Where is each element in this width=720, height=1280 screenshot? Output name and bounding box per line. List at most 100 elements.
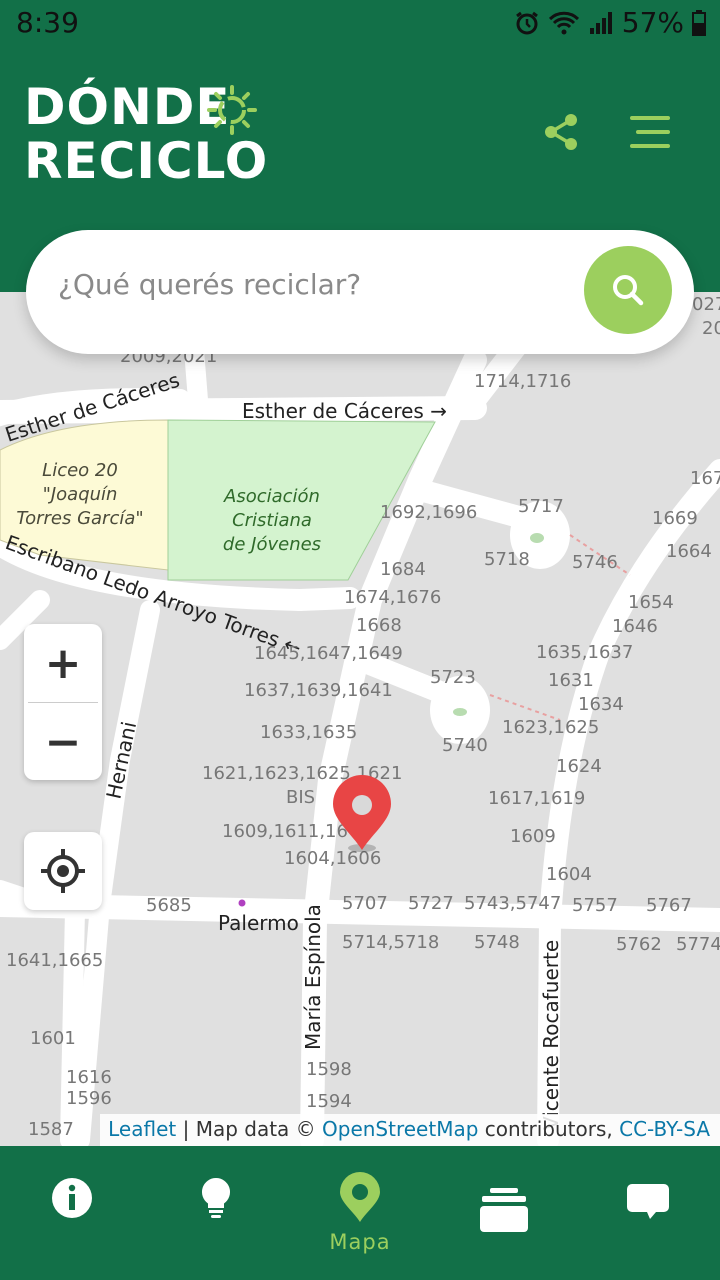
- address-number: 5707: [342, 893, 388, 914]
- address-number: 20: [702, 318, 720, 339]
- place-label: Cristiana: [232, 510, 312, 531]
- osm-link[interactable]: OpenStreetMap: [322, 1117, 478, 1141]
- address-number: 1633,1635: [260, 722, 357, 743]
- address-number: 1617,1619: [488, 788, 585, 809]
- search-icon: [613, 275, 644, 306]
- address-number: 1631: [548, 670, 594, 691]
- address-number: 027: [692, 294, 720, 315]
- map-attribution: Leaflet | Map data © OpenStreetMap contr…: [100, 1114, 720, 1146]
- search-input[interactable]: [58, 268, 578, 301]
- address-number: 1664: [666, 541, 712, 562]
- nav-info[interactable]: [0, 1146, 144, 1280]
- street-label: Vicente Rocafuerte: [539, 940, 563, 1130]
- status-bar: 8:39 57%: [0, 0, 720, 48]
- address-number: 1674,1676: [344, 587, 441, 608]
- locate-me-button[interactable]: [24, 832, 102, 910]
- street-label: Palermo: [218, 911, 299, 935]
- address-number: 5717: [518, 496, 564, 517]
- address-number: 167: [690, 468, 720, 489]
- crosshair-icon: [41, 849, 85, 893]
- street-label: María Espínola: [301, 904, 325, 1050]
- header-actions: [542, 112, 672, 152]
- zoom-control: + −: [24, 624, 102, 780]
- search-bar: [26, 230, 694, 354]
- address-number: 5723: [430, 667, 476, 688]
- share-icon[interactable]: [542, 112, 580, 152]
- license-link[interactable]: CC-BY-SA: [619, 1117, 710, 1141]
- street-label: Hernani: [101, 719, 141, 801]
- address-number: 5727: [408, 893, 454, 914]
- lightbulb-icon: [201, 1178, 231, 1218]
- menu-icon[interactable]: [630, 115, 672, 149]
- address-number: 1714,1716: [474, 371, 571, 392]
- address-number: 1596: [66, 1088, 112, 1109]
- address-number: 1634: [578, 694, 624, 715]
- nav-containers[interactable]: [432, 1146, 576, 1280]
- address-number: 1654: [628, 592, 674, 613]
- address-number: 5743,5747: [464, 893, 561, 914]
- zoom-in-button[interactable]: +: [24, 624, 102, 702]
- address-number: 5767: [646, 895, 692, 916]
- status-time: 8:39: [16, 6, 79, 39]
- address-number: 5718: [484, 549, 530, 570]
- address-number: 1646: [612, 616, 658, 637]
- zoom-out-button[interactable]: −: [24, 703, 102, 781]
- address-number: 1635,1637: [536, 642, 633, 663]
- address-number: 1601: [30, 1028, 76, 1049]
- map-pin-icon: [340, 1172, 380, 1222]
- status-icons: 57%: [514, 6, 706, 39]
- address-number: 5748: [474, 932, 520, 953]
- bottom-nav: Mapa: [0, 1146, 720, 1280]
- address-number: 5714,5718: [342, 932, 439, 953]
- address-number: 1598: [306, 1059, 352, 1080]
- nav-tips[interactable]: [144, 1146, 288, 1280]
- address-number: 1623,1625: [502, 717, 599, 738]
- battery-icon: [692, 9, 706, 36]
- address-number: 1616: [66, 1067, 112, 1088]
- place-label: Asociación: [223, 486, 320, 507]
- battery-percent: 57%: [621, 6, 684, 39]
- place-label: de Jóvenes: [223, 534, 321, 555]
- map-view[interactable]: Liceo 20 "Joaquín Torres García" Asociac…: [0, 292, 720, 1146]
- alarm-icon: [515, 11, 538, 34]
- address-number: 5746: [572, 552, 618, 573]
- address-number: 1609,1611,16: [222, 821, 348, 842]
- nav-map[interactable]: Mapa: [288, 1146, 432, 1280]
- address-number: 1641,1665: [6, 950, 103, 971]
- address-number: 5774: [676, 934, 720, 955]
- address-number: 5685: [146, 895, 192, 916]
- container-icon: [480, 1188, 528, 1232]
- logo-line2: RECICLO: [24, 132, 269, 190]
- address-number: 1624: [556, 756, 602, 777]
- attribution-text: | Map data ©: [176, 1117, 323, 1141]
- logo-sun-icon: [207, 85, 257, 135]
- address-number: 5740: [442, 735, 488, 756]
- place-label: Liceo 20: [42, 460, 118, 481]
- search-button[interactable]: [584, 246, 672, 334]
- address-number: BIS: [286, 787, 315, 808]
- attribution-text: contributors,: [478, 1117, 620, 1141]
- wifi-icon: [548, 11, 579, 34]
- address-number: 1609: [510, 826, 556, 847]
- signal-icon: [589, 11, 612, 34]
- address-number: 1668: [356, 615, 402, 636]
- address-number: 1637,1639,1641: [244, 680, 393, 701]
- nav-chat[interactable]: [576, 1146, 720, 1280]
- place-label: "Joaquín: [43, 484, 118, 505]
- leaflet-link[interactable]: Leaflet: [108, 1117, 176, 1141]
- address-number: 1604: [546, 864, 592, 885]
- street-label: Esther de Cáceres →: [242, 399, 447, 423]
- address-number: 1645,1647,1649: [254, 643, 403, 664]
- address-number: 1587: [28, 1119, 74, 1140]
- map-tiles: Liceo 20 "Joaquín Torres García" Asociac…: [0, 292, 720, 1146]
- chat-icon: [627, 1184, 669, 1219]
- nav-map-label: Mapa: [329, 1230, 391, 1254]
- address-number: 5757: [572, 895, 618, 916]
- address-number: 1692,1696: [380, 502, 477, 523]
- info-icon: [52, 1178, 92, 1218]
- address-number: 1594: [306, 1091, 352, 1112]
- address-number: 1684: [380, 559, 426, 580]
- address-number: 1669: [652, 508, 698, 529]
- place-label: Torres García": [16, 508, 143, 529]
- address-number: 5762: [616, 934, 662, 955]
